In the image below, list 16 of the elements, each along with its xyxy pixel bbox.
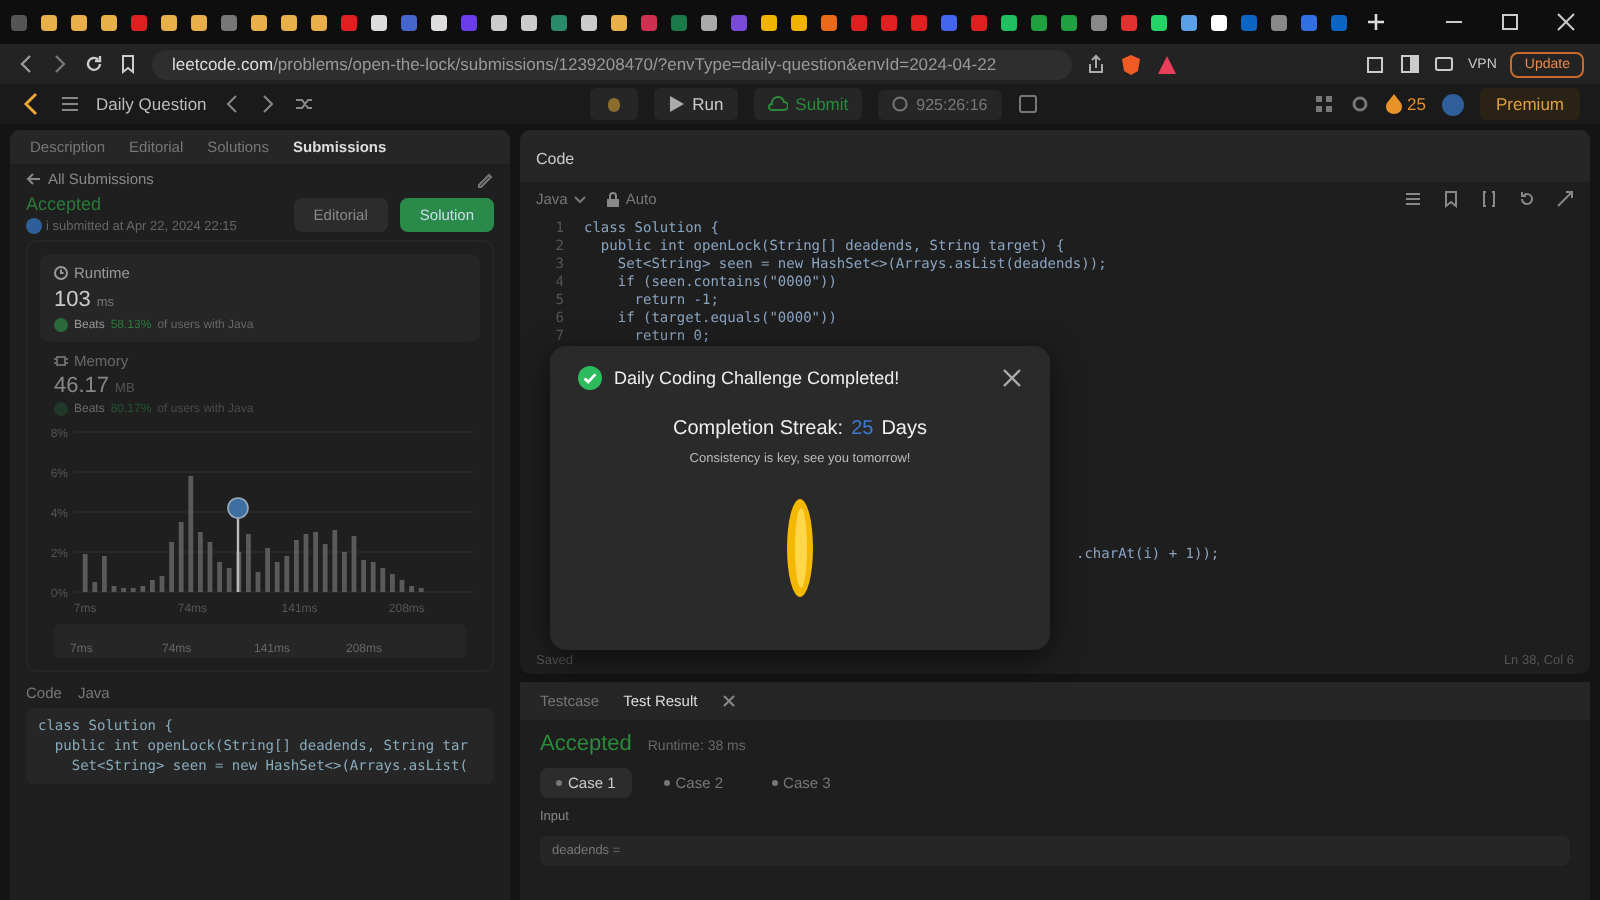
streak-counter[interactable]: 25 <box>1385 94 1426 114</box>
streak-value: 25 <box>851 418 874 440</box>
memory-value: 46.17 <box>54 374 110 398</box>
problem-list-title[interactable]: Daily Question <box>96 94 207 114</box>
runtime-value: 103 <box>54 288 91 312</box>
streak-label: Completion Streak: <box>673 418 844 440</box>
result-status: Accepted <box>540 732 632 756</box>
submit-button[interactable]: Submit <box>753 88 863 120</box>
address-field[interactable]: leetcode.com/problems/open-the-lock/submissions/1239208470/?envType=daily-question&envId=2024-04-22 <box>152 49 1072 79</box>
premium-button[interactable]: Premium <box>1480 88 1581 120</box>
timer-button[interactable]: 925:26:16 <box>878 89 1002 119</box>
dialog-title: Daily Coding Challenge Completed! <box>614 368 900 388</box>
code-panel-title: Code <box>536 150 575 168</box>
streak-unit: Days <box>881 418 927 440</box>
submission-status: Accepted <box>26 194 104 214</box>
run-button[interactable]: Run <box>654 88 738 120</box>
